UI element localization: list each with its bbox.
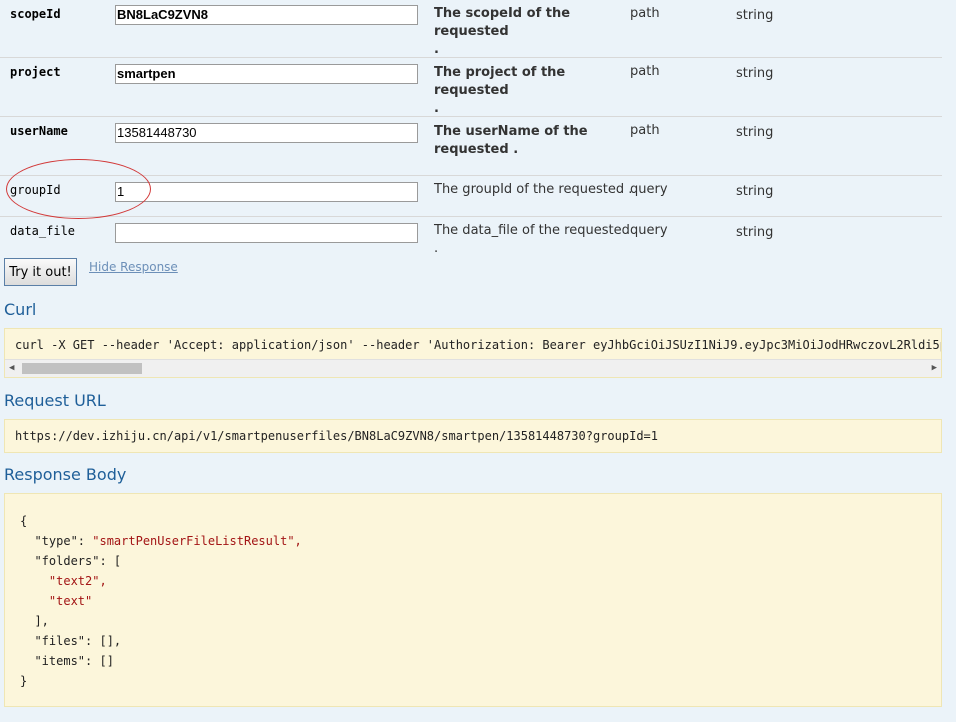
param-description: The data_file of the requested . (434, 223, 630, 256)
param-row-userName: userName The userName of the requested .… (0, 117, 942, 176)
try-it-out-button[interactable]: Try it out! (4, 258, 77, 286)
param-name: data_file (10, 224, 76, 238)
param-name: project (10, 65, 61, 79)
param-description: The scopeId of the requested. (434, 6, 571, 57)
param-type: query (630, 182, 668, 197)
param-data-type: string (736, 225, 774, 240)
json-line: "files": [], (20, 634, 122, 648)
response-body-block: { "type": "smartPenUserFileListResult", … (4, 493, 942, 707)
param-type: path (630, 6, 660, 21)
param-type: query (630, 223, 668, 238)
scopeId-input[interactable] (115, 5, 418, 25)
horizontal-scrollbar[interactable]: ◀ ▶ (5, 359, 941, 377)
curl-heading: Curl (4, 300, 37, 319)
curl-code-block: curl -X GET --header 'Accept: applicatio… (4, 328, 942, 378)
json-line: "items": [] (20, 654, 114, 668)
param-type: path (630, 123, 660, 138)
param-type: path (630, 64, 660, 79)
json-line: ], (20, 614, 49, 628)
param-data-type: string (736, 125, 774, 140)
param-row-data_file: data_file The data_file of the requested… (0, 217, 942, 256)
request-url-heading: Request URL (4, 391, 106, 410)
json-line: } (20, 674, 28, 688)
param-row-scopeId: scopeId The scopeId of the requested. pa… (0, 0, 942, 58)
userName-input[interactable] (115, 123, 418, 143)
scroll-left-icon[interactable]: ◀ (9, 363, 14, 373)
param-row-project: project The project of the requested. pa… (0, 58, 942, 117)
request-url: https://dev.izhiju.cn/api/v1/smartpenuse… (15, 429, 658, 443)
param-description: The project of the requested. (434, 65, 566, 116)
param-description: The userName of the requested . (434, 124, 588, 157)
scrollbar-thumb[interactable] (22, 363, 142, 374)
param-name: scopeId (10, 7, 61, 21)
hide-response-link[interactable]: Hide Response (89, 260, 178, 274)
param-description: The groupId of the requested . (434, 182, 633, 197)
data-file-input[interactable] (115, 223, 418, 243)
request-url-block: https://dev.izhiju.cn/api/v1/smartpenuse… (4, 419, 942, 453)
json-line: "folders": [ (20, 554, 122, 568)
groupId-input[interactable] (115, 182, 418, 202)
scroll-right-icon[interactable]: ▶ (932, 363, 937, 373)
curl-command: curl -X GET --header 'Accept: applicatio… (15, 338, 942, 352)
param-data-type: string (736, 66, 774, 81)
project-input[interactable] (115, 64, 418, 84)
param-data-type: string (736, 184, 774, 199)
json-line: { (20, 514, 28, 528)
response-body-heading: Response Body (4, 465, 127, 484)
json-line: "text" (48, 594, 93, 608)
param-data-type: string (736, 8, 774, 23)
param-name: userName (10, 124, 68, 138)
json-line: "text2", (48, 574, 107, 588)
json-line: "type": "smartPenUserFileListResult", (20, 534, 302, 548)
highlight-circle (6, 159, 151, 219)
